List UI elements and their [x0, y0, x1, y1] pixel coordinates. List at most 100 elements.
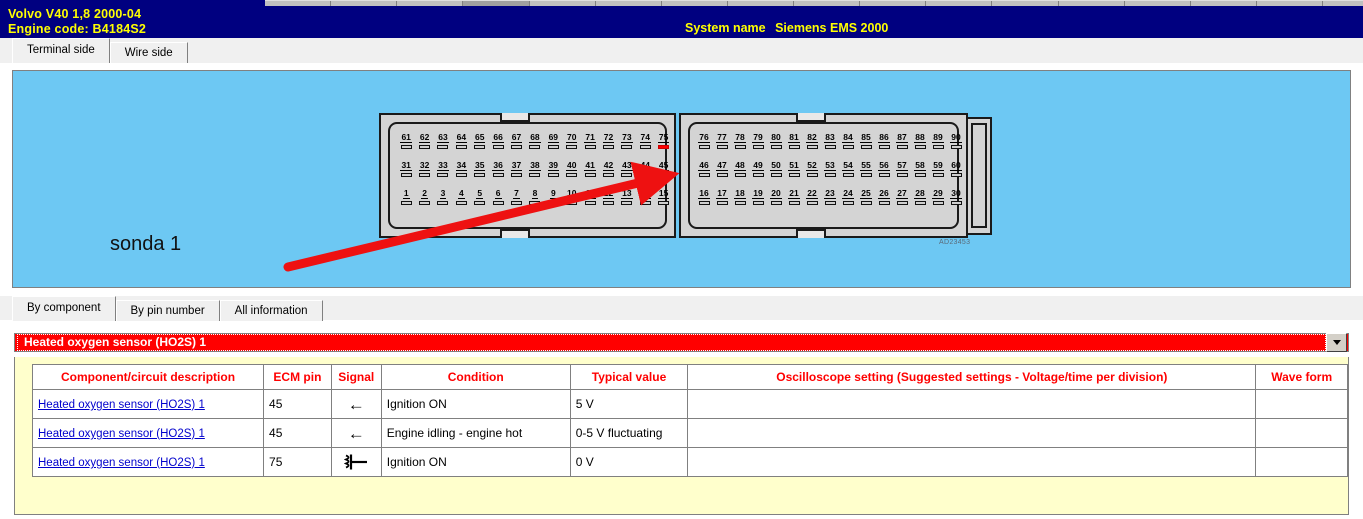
connector-pin-10[interactable]: 10 [563, 189, 581, 205]
connector-pin-37[interactable]: 37 [507, 161, 525, 177]
connector-pin-54[interactable]: 54 [839, 161, 857, 177]
connector-pin-76[interactable]: 76 [695, 133, 713, 149]
tab-terminal-side[interactable]: Terminal side [12, 38, 110, 63]
connector-pin-26[interactable]: 26 [875, 189, 893, 205]
connector-pin-52[interactable]: 52 [803, 161, 821, 177]
component-selector-combobox[interactable]: Heated oxygen sensor (HO2S) 1 [14, 333, 1349, 352]
connector-pin-7[interactable]: 7 [507, 189, 525, 205]
connector-pin-14[interactable]: 14 [636, 189, 654, 205]
connector-pin-25[interactable]: 25 [857, 189, 875, 205]
connector-pin-43[interactable]: 43 [618, 161, 636, 177]
connector-pin-66[interactable]: 66 [489, 133, 507, 149]
connector-pin-36[interactable]: 36 [489, 161, 507, 177]
connector-pin-81[interactable]: 81 [785, 133, 803, 149]
connector-pin-15[interactable]: 15 [654, 189, 672, 205]
connector-pin-68[interactable]: 68 [526, 133, 544, 149]
connector-pin-82[interactable]: 82 [803, 133, 821, 149]
connector-pin-60[interactable]: 60 [947, 161, 965, 177]
connector-pin-5[interactable]: 5 [471, 189, 489, 205]
connector-pin-85[interactable]: 85 [857, 133, 875, 149]
connector-pin-58[interactable]: 58 [911, 161, 929, 177]
component-link[interactable]: Heated oxygen sensor (HO2S) 1 [38, 399, 205, 411]
connector-pin-57[interactable]: 57 [893, 161, 911, 177]
connector-pin-71[interactable]: 71 [581, 133, 599, 149]
connector-pin-29[interactable]: 29 [929, 189, 947, 205]
connector-pin-1[interactable]: 1 [397, 189, 415, 205]
connector-pin-40[interactable]: 40 [563, 161, 581, 177]
connector-pin-30[interactable]: 30 [947, 189, 965, 205]
connector-pin-38[interactable]: 38 [526, 161, 544, 177]
tab-by-component[interactable]: By component [12, 296, 116, 321]
connector-pin-64[interactable]: 64 [452, 133, 470, 149]
connector-pin-16[interactable]: 16 [695, 189, 713, 205]
connector-pin-8[interactable]: 8 [526, 189, 544, 205]
connector-pin-89[interactable]: 89 [929, 133, 947, 149]
connector-pin-86[interactable]: 86 [875, 133, 893, 149]
connector-pin-13[interactable]: 13 [618, 189, 636, 205]
connector-pin-80[interactable]: 80 [767, 133, 785, 149]
connector-pin-4[interactable]: 4 [452, 189, 470, 205]
connector-pin-90[interactable]: 90 [947, 133, 965, 149]
connector-pin-24[interactable]: 24 [839, 189, 857, 205]
connector-pin-20[interactable]: 20 [767, 189, 785, 205]
connector-pin-61[interactable]: 61 [397, 133, 415, 149]
connector-pin-50[interactable]: 50 [767, 161, 785, 177]
connector-pin-21[interactable]: 21 [785, 189, 803, 205]
connector-pin-59[interactable]: 59 [929, 161, 947, 177]
connector-pin-69[interactable]: 69 [544, 133, 562, 149]
connector-pin-11[interactable]: 11 [581, 189, 599, 205]
connector-pin-6[interactable]: 6 [489, 189, 507, 205]
connector-pin-32[interactable]: 32 [415, 161, 433, 177]
connector-pin-63[interactable]: 63 [434, 133, 452, 149]
connector-pin-51[interactable]: 51 [785, 161, 803, 177]
connector-pin-48[interactable]: 48 [731, 161, 749, 177]
connector-pin-18[interactable]: 18 [731, 189, 749, 205]
connector-pin-45[interactable]: 45 [654, 161, 672, 177]
connector-pin-74[interactable]: 74 [636, 133, 654, 149]
connector-pin-75[interactable]: 75 [654, 133, 672, 149]
chevron-down-icon[interactable] [1326, 333, 1347, 352]
connector-pin-84[interactable]: 84 [839, 133, 857, 149]
connector-pin-22[interactable]: 22 [803, 189, 821, 205]
connector-pin-35[interactable]: 35 [471, 161, 489, 177]
connector-pin-88[interactable]: 88 [911, 133, 929, 149]
connector-pin-33[interactable]: 33 [434, 161, 452, 177]
connector-pin-19[interactable]: 19 [749, 189, 767, 205]
connector-pin-77[interactable]: 77 [713, 133, 731, 149]
connector-pin-72[interactable]: 72 [599, 133, 617, 149]
connector-pin-83[interactable]: 83 [821, 133, 839, 149]
connector-pin-23[interactable]: 23 [821, 189, 839, 205]
connector-pin-44[interactable]: 44 [636, 161, 654, 177]
component-link[interactable]: Heated oxygen sensor (HO2S) 1 [38, 457, 205, 469]
connector-pin-73[interactable]: 73 [618, 133, 636, 149]
connector-pin-70[interactable]: 70 [563, 133, 581, 149]
tab-all-information[interactable]: All information [220, 300, 323, 321]
tab-by-pin-number[interactable]: By pin number [116, 300, 220, 321]
connector-pin-47[interactable]: 47 [713, 161, 731, 177]
connector-pin-39[interactable]: 39 [544, 161, 562, 177]
connector-pin-31[interactable]: 31 [397, 161, 415, 177]
connector-pin-12[interactable]: 12 [599, 189, 617, 205]
connector-pin-34[interactable]: 34 [452, 161, 470, 177]
connector-pin-67[interactable]: 67 [507, 133, 525, 149]
connector-pin-78[interactable]: 78 [731, 133, 749, 149]
connector-pin-28[interactable]: 28 [911, 189, 929, 205]
connector-pin-27[interactable]: 27 [893, 189, 911, 205]
connector-pin-41[interactable]: 41 [581, 161, 599, 177]
connector-pin-17[interactable]: 17 [713, 189, 731, 205]
connector-pin-65[interactable]: 65 [471, 133, 489, 149]
connector-pin-9[interactable]: 9 [544, 189, 562, 205]
connector-pin-2[interactable]: 2 [415, 189, 433, 205]
connector-pin-62[interactable]: 62 [415, 133, 433, 149]
connector-pin-3[interactable]: 3 [434, 189, 452, 205]
connector-pin-42[interactable]: 42 [599, 161, 617, 177]
connector-pin-49[interactable]: 49 [749, 161, 767, 177]
component-link[interactable]: Heated oxygen sensor (HO2S) 1 [38, 428, 205, 440]
connector-pin-56[interactable]: 56 [875, 161, 893, 177]
connector-pin-87[interactable]: 87 [893, 133, 911, 149]
connector-pin-46[interactable]: 46 [695, 161, 713, 177]
connector-pin-79[interactable]: 79 [749, 133, 767, 149]
tab-wire-side[interactable]: Wire side [110, 42, 188, 63]
connector-pin-55[interactable]: 55 [857, 161, 875, 177]
connector-pin-53[interactable]: 53 [821, 161, 839, 177]
